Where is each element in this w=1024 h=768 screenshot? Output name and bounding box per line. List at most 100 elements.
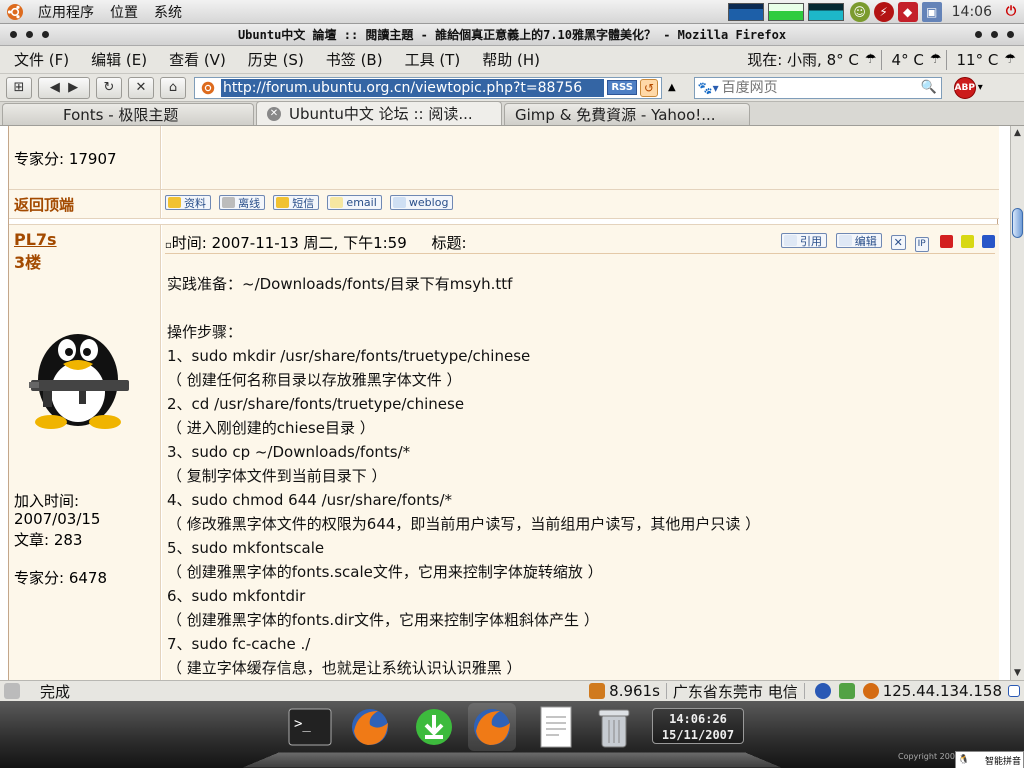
weather-now[interactable]: 现在: 小雨, 8° C (741, 49, 865, 70)
report-red-icon[interactable] (940, 235, 954, 248)
report-yellow-icon[interactable] (961, 235, 975, 248)
search-input[interactable] (721, 79, 912, 96)
menu-applications[interactable]: 应用程序 (30, 2, 102, 22)
notifier-icon[interactable]: ☺ (849, 1, 870, 22)
post-floor: 3楼 (14, 253, 42, 272)
ruby-icon[interactable]: ◆ (897, 1, 918, 22)
close-tab-icon[interactable]: ✕ (267, 106, 281, 121)
tab-fonts[interactable]: Fonts - 极限主题 (2, 103, 254, 125)
weblog-button[interactable]: weblog (389, 195, 454, 210)
post-line: （ 创建任何名称目录以存放雅黑字体文件 ） (167, 371, 462, 389)
post-header: ▫时间: 2007-11-13 周二, 下午1:59 标题: 引用 编辑 ✕ I… (165, 232, 995, 254)
fasterfox-icon[interactable] (589, 683, 606, 699)
tab-label: Ubuntu中文 论坛 :: 阅读... (289, 105, 473, 123)
window-menu-dots[interactable] (0, 31, 59, 38)
report-blue-icon[interactable] (982, 235, 995, 248)
weather-high[interactable]: 11° C (951, 51, 1005, 69)
firefox-active-icon[interactable] (468, 703, 516, 751)
status-bar: 完成 8.961s 广东省东莞市 电信 125.44.134.158 (0, 680, 1024, 701)
new-tab-button[interactable]: ⊞ (6, 76, 32, 99)
email-label: email (346, 196, 377, 209)
download-manager-icon[interactable] (410, 703, 458, 751)
post-icon: ▫ (165, 240, 172, 251)
firefox-extension-icon[interactable] (862, 683, 879, 699)
search-box[interactable]: 🐾▾ 🔍 (693, 76, 942, 99)
url-bar[interactable]: RSS ↺ (194, 76, 662, 99)
vertical-scrollbar[interactable]: ▲ ▼ (1010, 126, 1024, 680)
dock: >_ 14:06:26 15/11/2007 Copyright 2007 🐧 … (0, 701, 1024, 768)
terminal-icon[interactable]: >_ (286, 703, 334, 751)
search-engine-icon[interactable]: 🐾▾ (698, 81, 719, 95)
email-button[interactable]: email (327, 195, 382, 210)
panel-clock[interactable]: 14:06 (944, 4, 1000, 20)
navigation-toolbar: ⊞ ◀ ▶ ↻ ✕ ⌂ RSS ↺ ▲ 🐾▾ 🔍 ABP ▾ (0, 74, 1024, 102)
ip-icon: IP (917, 239, 926, 249)
post-line: 7、sudo fc-cache ./ (167, 635, 311, 653)
rain-cloud-icon: ☂ (1004, 52, 1016, 67)
edit-icon (838, 235, 852, 246)
scroll-down-icon[interactable]: ▼ (1011, 666, 1024, 680)
menu-places[interactable]: 位置 (102, 2, 146, 22)
network-monitor[interactable] (807, 2, 844, 21)
quote-button[interactable]: 引用 (781, 233, 827, 248)
menu-history[interactable]: 历史 (S) (234, 49, 312, 70)
tab-label: Fonts - 极限主题 (63, 106, 179, 124)
tab-ubuntu-forum[interactable]: ✕ Ubuntu中文 论坛 :: 阅读... (256, 101, 502, 125)
stop-button[interactable]: ✕ (128, 76, 154, 99)
offline-button[interactable]: 离线 (219, 195, 266, 210)
ip-address: 125.44.134.158 (882, 682, 1002, 700)
tab-gimp-yahoo[interactable]: Gimp & 免費資源 - Yahoo!... (504, 103, 750, 125)
checkbox-icon[interactable] (1008, 685, 1020, 697)
firefox-icon[interactable] (346, 703, 394, 751)
dock-clock-time: 14:06:26 (669, 712, 727, 726)
memory-monitor[interactable] (767, 2, 804, 21)
go-icon[interactable]: ↺ (640, 78, 658, 97)
scrollbar-thumb[interactable] (1012, 208, 1023, 238)
scroll-up-icon[interactable]: ▲ (1011, 126, 1024, 140)
post-line: （ 创建雅黑字体的fonts.scale文件，它用来控制字体旋转缩放 ） (167, 563, 603, 581)
offline-icon (222, 197, 236, 208)
pm-button[interactable]: 短信 (273, 195, 320, 210)
power-manager-icon[interactable]: ⚡ (873, 1, 894, 22)
rss-feed-button[interactable]: RSS (607, 80, 637, 95)
post-line: （ 创建雅黑字体的fonts.dir文件，它用来控制字体粗斜体产生 ） (167, 611, 599, 629)
menu-system[interactable]: 系统 (146, 2, 190, 22)
url-dropdown-icon[interactable]: ▲ (668, 82, 676, 93)
network-icon[interactable]: ▣ (921, 1, 942, 22)
trash-icon[interactable] (590, 703, 638, 751)
tab-label: Gimp & 免費資源 - Yahoo!... (515, 106, 716, 124)
reload-button[interactable]: ↻ (96, 76, 122, 99)
menu-help[interactable]: 帮助 (H) (468, 49, 548, 70)
adblock-icon[interactable]: ABP (953, 76, 976, 99)
cpu-monitor[interactable] (727, 2, 764, 21)
document-icon[interactable] (532, 703, 580, 751)
profile-button[interactable]: 资料 (165, 195, 211, 210)
window-control-dots[interactable] (965, 31, 1024, 38)
home-button[interactable]: ⌂ (160, 76, 186, 99)
menu-bookmarks[interactable]: 书签 (B) (312, 49, 391, 70)
search-icon[interactable]: 🔍 (921, 80, 937, 95)
post-line: 1、sudo mkdir /usr/share/fonts/truetype/c… (167, 347, 531, 365)
input-method-indicator[interactable]: 🐧 智能拼音 (955, 751, 1024, 768)
ubuntu-logo-icon[interactable] (4, 2, 26, 22)
menu-file[interactable]: 文件 (F) (0, 49, 77, 70)
window-titlebar[interactable]: Ubuntu中文 論壇 :: 閱讀主題 - 誰給個真正意義上的7.10雅黑字體美… (0, 24, 1024, 46)
back-button[interactable]: ◀ ▶ (38, 76, 90, 99)
desktop: 应用程序 位置 系统 ☺ ⚡ ◆ ▣ 14:06 ⏻ Ubuntu中文 論壇 :… (0, 0, 1024, 768)
menu-view[interactable]: 查看 (V) (155, 49, 234, 70)
post-subject-label: 标题: (431, 234, 467, 252)
menu-edit[interactable]: 编辑 (E) (77, 49, 155, 70)
post-author-name[interactable]: PL7s (14, 230, 57, 249)
back-to-top-link[interactable]: 返回顶端 (14, 194, 74, 215)
player-icon[interactable] (814, 683, 831, 699)
weather-low[interactable]: 4° C (886, 51, 930, 69)
adblock-dropdown-icon[interactable]: ▾ (978, 82, 983, 93)
dock-clock[interactable]: 14:06:26 15/11/2007 (652, 708, 744, 744)
addon-icon[interactable] (838, 683, 855, 699)
ip-button[interactable]: IP (914, 236, 929, 252)
delete-button[interactable]: ✕ (890, 235, 906, 250)
menu-tools[interactable]: 工具 (T) (391, 49, 469, 70)
edit-button[interactable]: 编辑 (835, 233, 882, 248)
url-input[interactable] (221, 78, 605, 97)
shutdown-icon[interactable]: ⏻ (1000, 2, 1022, 22)
